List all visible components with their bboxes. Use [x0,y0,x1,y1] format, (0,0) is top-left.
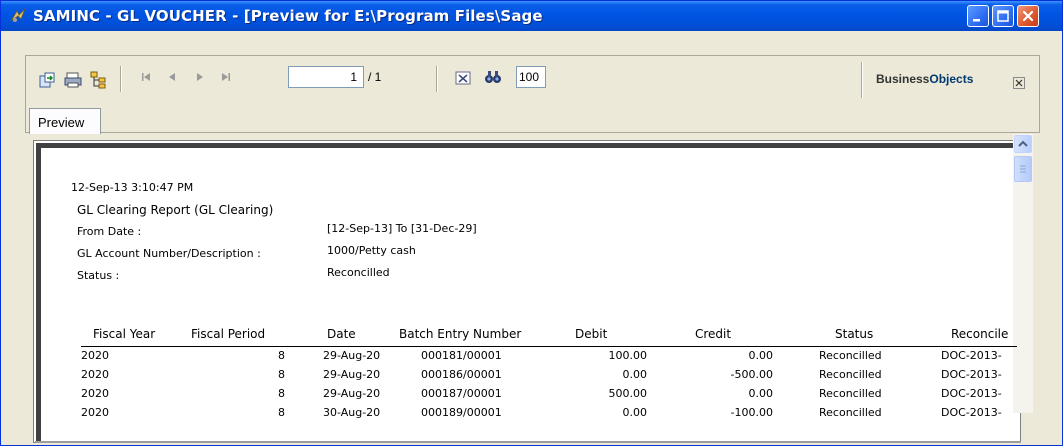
from-date-value: [12-Sep-13] To [31-Dec-29] [327,222,477,235]
table-cell-batch: 000187/00001 [421,387,502,400]
toolbar-separator [120,66,122,92]
table-cell-period: 8 [278,349,285,362]
toolbar-separator [436,66,438,92]
zoom-input[interactable]: 100 [516,66,546,88]
table-cell-year: 2020 [81,349,109,362]
table-cell-credit: 0.00 [748,387,774,400]
table-cell-debit: 500.00 [608,387,648,400]
column-header: Reconcile [951,327,1009,341]
window-title: SAMINC - GL VOUCHER - [Preview for E:\Pr… [33,7,543,25]
table-cell-credit: -100.00 [730,406,773,419]
frame-shadow [35,441,1021,443]
report-title: GL Clearing Report (GL Clearing) [77,203,274,217]
table-cell-doc: DOC-2013- [941,387,1002,400]
header-rule [81,346,1017,347]
table-cell-status: Reconcilled [819,349,882,362]
table-cell-status: Reconcilled [819,387,882,400]
first-page-icon[interactable] [140,71,152,86]
table-cell-doc: DOC-2013- [941,349,1002,362]
export-icon[interactable] [38,71,56,89]
group-tree-icon[interactable] [90,71,108,89]
maximize-icon [997,10,1009,22]
scroll-thumb[interactable] [1014,156,1032,182]
table-cell-doc: DOC-2013- [941,406,1002,419]
table-cell-year: 2020 [81,406,109,419]
title-bar[interactable]: SAMINC - GL VOUCHER - [Preview for E:\Pr… [1,1,1062,31]
toolbar-separator [861,62,863,98]
table-cell-period: 8 [278,406,285,419]
table-cell-credit: -500.00 [730,368,773,381]
app-window: SAMINC - GL VOUCHER - [Preview for E:\Pr… [0,0,1063,446]
page-number-input[interactable]: 1 [288,66,364,88]
table-cell-batch: 000186/00001 [421,368,502,381]
column-header: Fiscal Period [191,327,266,341]
brand-part-1: Business [876,72,930,86]
maximize-button[interactable] [992,5,1014,27]
close-button[interactable] [1017,5,1039,27]
table-cell-year: 2020 [81,368,109,381]
table-cell-batch: 000181/00001 [421,349,502,362]
table-cell-year: 2020 [81,387,109,400]
from-date-label: From Date : [77,225,142,238]
account-label: GL Account Number/Description : [77,247,261,260]
column-header: Debit [575,327,608,341]
viewer-toolbar: 1 / 1 100 BusinessObjects Preview [25,55,1040,134]
table-cell-debit: 100.00 [608,349,648,362]
close-panel-icon[interactable] [1013,74,1025,89]
business-objects-logo: BusinessObjects [876,72,973,86]
table-cell-credit: 0.00 [748,349,774,362]
minimize-icon [973,19,980,22]
scroll-up-button[interactable] [1014,135,1032,153]
status-value: Reconcilled [327,266,390,279]
next-page-icon[interactable] [194,71,206,86]
account-value: 1000/Petty cash [327,244,416,257]
app-icon[interactable] [9,7,27,25]
column-header: Status [835,327,874,341]
table-cell-doc: DOC-2013- [941,368,1002,381]
table-cell-debit: 0.00 [622,368,648,381]
column-header: Credit [695,327,732,341]
last-page-icon[interactable] [220,71,232,86]
table-cell-period: 8 [278,368,285,381]
close-view-icon[interactable] [454,69,472,87]
brand-part-2: Objects [929,72,974,86]
chevron-up-icon [1018,140,1028,147]
report-timestamp: 12-Sep-13 3:10:47 PM [71,181,194,194]
minimize-button[interactable] [967,5,989,27]
client-area: 1 / 1 100 BusinessObjects Preview [5,31,1058,443]
table-cell-status: Reconcilled [819,368,882,381]
close-icon [1022,10,1034,22]
previous-page-icon[interactable] [166,71,178,86]
table-cell-debit: 0.00 [622,406,648,419]
table-cell-status: Reconcilled [819,406,882,419]
table-cell-date: 29-Aug-20 [323,349,381,362]
table-cell-date: 29-Aug-20 [323,368,381,381]
column-header: Date [327,327,356,341]
status-label: Status : [77,269,120,282]
tab-preview[interactable]: Preview [29,108,101,134]
column-header: Batch Entry Number [399,327,522,341]
table-cell-batch: 000189/00001 [421,406,502,419]
column-header: Fiscal Year [93,327,156,341]
table-cell-date: 30-Aug-20 [323,406,381,419]
page-total: / 1 [368,70,382,84]
table-cell-period: 8 [278,387,285,400]
search-icon[interactable] [484,68,502,86]
table-cell-date: 29-Aug-20 [323,387,381,400]
print-icon[interactable] [64,71,82,89]
